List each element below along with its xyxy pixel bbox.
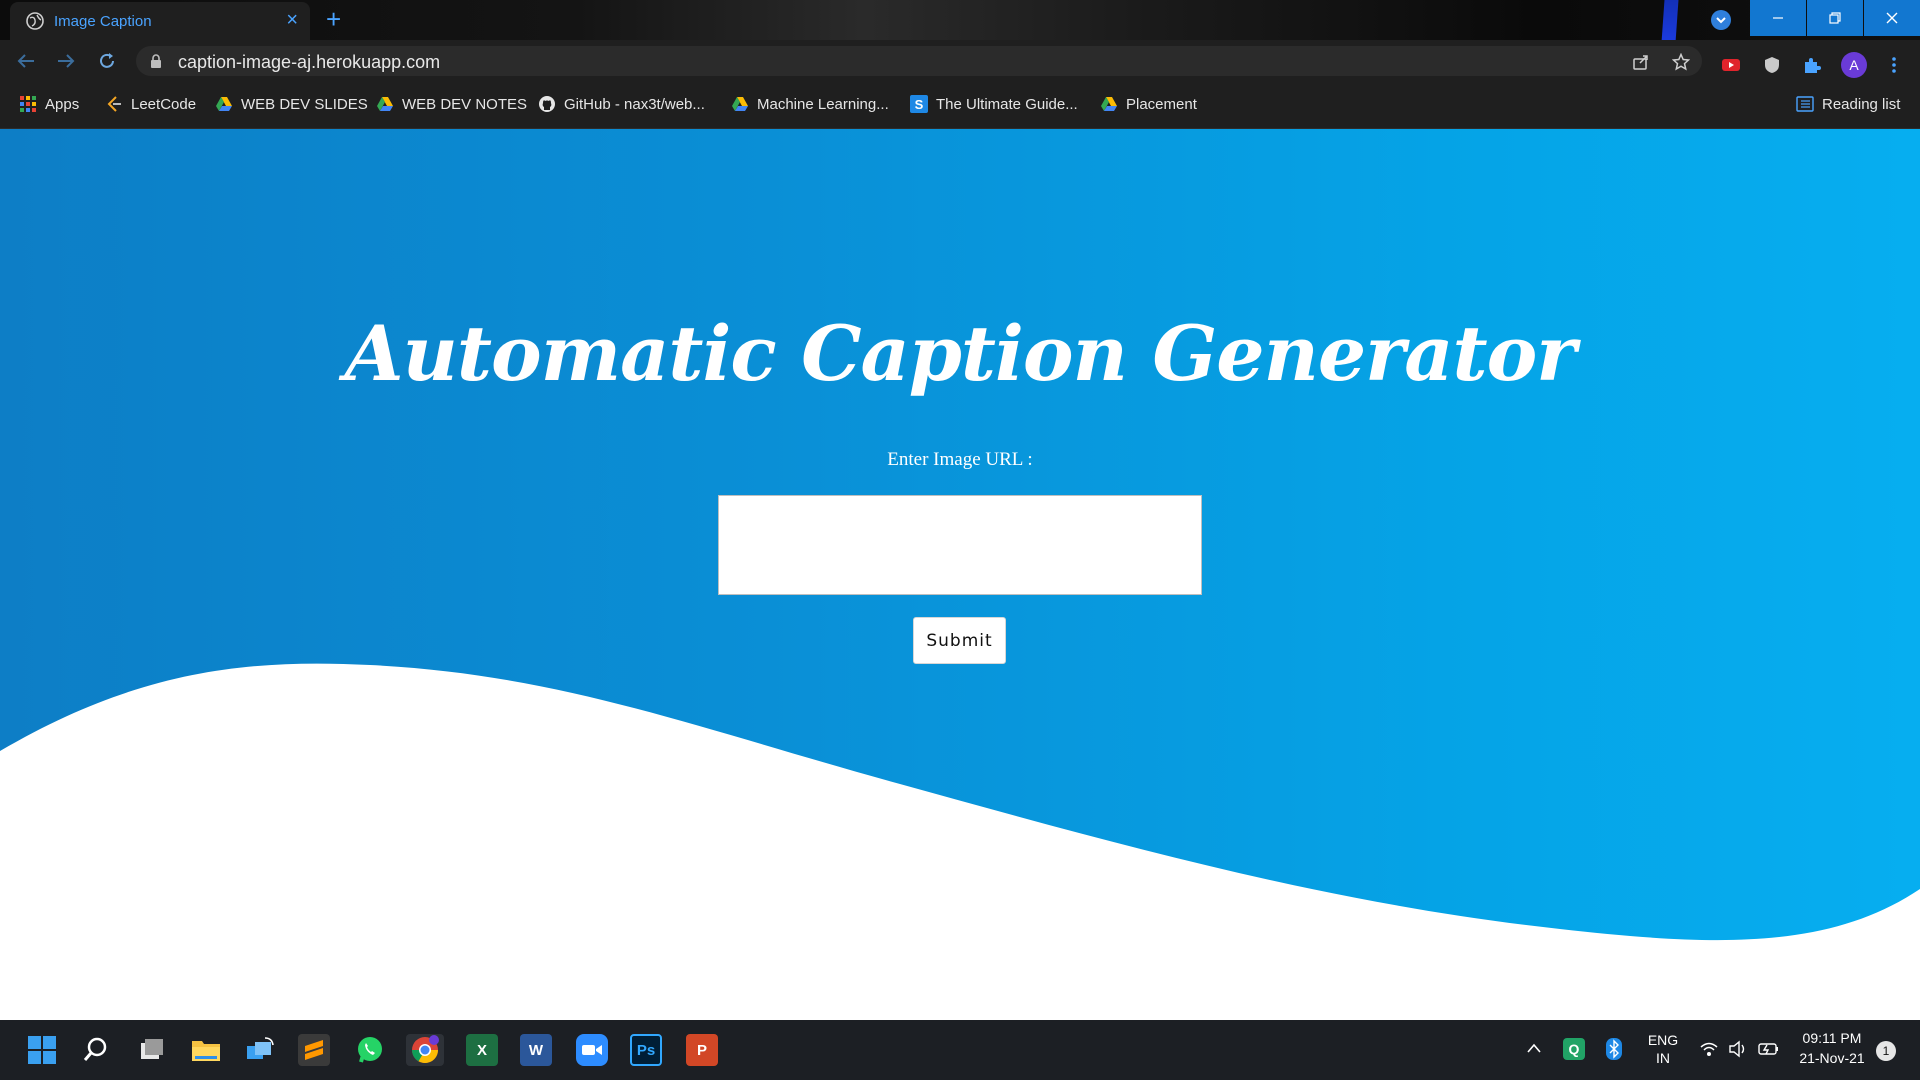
bookmark-placement[interactable]: Placement <box>1100 95 1197 113</box>
excel-icon[interactable]: X <box>466 1034 498 1066</box>
bluetooth-icon[interactable] <box>1606 1038 1622 1060</box>
chevron-up-icon[interactable] <box>1526 1042 1542 1054</box>
restore-button[interactable] <box>1807 0 1863 36</box>
extensions-puzzle-icon[interactable] <box>1802 55 1822 75</box>
leetcode-icon <box>107 96 121 112</box>
tray-q-icon[interactable]: Q <box>1563 1038 1585 1060</box>
close-window-button[interactable] <box>1864 0 1920 36</box>
chrome-icon[interactable] <box>406 1034 444 1066</box>
whatsapp-icon[interactable] <box>354 1034 386 1066</box>
image-url-label: Enter Image URL : <box>887 449 1033 470</box>
profile-avatar[interactable]: A <box>1841 52 1867 78</box>
reading-list-button[interactable]: Reading list <box>1796 95 1900 113</box>
bookmarks-bar: Apps LeetCode WEB DEV SLIDES WEB DEV NOT… <box>0 82 1920 129</box>
bookmark-label: GitHub - nax3t/web... <box>564 95 705 113</box>
bookmark-label: The Ultimate Guide... <box>936 95 1078 113</box>
search-icon[interactable] <box>80 1034 112 1066</box>
bookmark-web-dev-slides[interactable]: WEB DEV SLIDES <box>215 95 368 113</box>
submit-button[interactable]: Submit <box>913 617 1006 664</box>
region-code: IN <box>1656 1050 1670 1066</box>
reading-list-label: Reading list <box>1822 95 1901 113</box>
address-bar[interactable]: caption-image-aj.herokuapp.com <box>136 46 1702 76</box>
google-drive-icon <box>377 97 393 111</box>
close-icon <box>1886 12 1898 24</box>
lock-icon <box>151 54 161 68</box>
photoshop-icon[interactable]: Ps <box>630 1034 662 1066</box>
google-drive-icon <box>732 97 748 111</box>
language-indicator[interactable]: ENG IN <box>1640 1032 1686 1066</box>
svg-text:S: S <box>915 97 924 112</box>
reading-list-icon <box>1796 96 1814 112</box>
bookmark-machine-learning[interactable]: Machine Learning... <box>731 95 889 113</box>
clock[interactable]: 09:11 PM 21-Nov-21 <box>1792 1030 1872 1066</box>
bookmark-star-icon[interactable] <box>1672 53 1690 71</box>
zoom-icon[interactable] <box>576 1034 608 1066</box>
bookmark-web-dev-notes[interactable]: WEB DEV NOTES <box>376 95 527 113</box>
browser-titlebar: Image Caption × + <box>0 0 1920 40</box>
s-logo-icon: S <box>910 95 928 113</box>
wifi-icon[interactable] <box>1699 1040 1719 1058</box>
page-title: Automatic Caption Generator <box>344 309 1577 398</box>
github-icon <box>539 96 555 112</box>
url-text[interactable]: caption-image-aj.herokuapp.com <box>178 52 440 73</box>
tab-close-icon[interactable]: × <box>286 10 298 30</box>
bookmark-github[interactable]: GitHub - nax3t/web... <box>538 95 705 113</box>
bookmark-label: WEB DEV SLIDES <box>241 95 368 113</box>
windows-start-icon[interactable] <box>26 1034 58 1066</box>
battery-icon[interactable] <box>1758 1040 1780 1058</box>
bookmark-label: Placement <box>1126 95 1197 113</box>
bookmark-label: WEB DEV NOTES <box>402 95 528 113</box>
back-arrow-icon[interactable] <box>16 52 36 70</box>
file-explorer-icon[interactable] <box>190 1034 222 1066</box>
minimize-icon <box>1773 17 1783 19</box>
notification-badge[interactable]: 1 <box>1876 1041 1896 1061</box>
browser-toolbar: caption-image-aj.herokuapp.com <box>0 40 1920 82</box>
clock-date: 21-Nov-21 <box>1799 1050 1865 1066</box>
chevron-down-icon[interactable] <box>1711 10 1731 30</box>
clock-time: 09:11 PM <box>1802 1030 1862 1046</box>
globe-icon <box>26 12 44 30</box>
word-icon[interactable]: W <box>520 1034 552 1066</box>
bookmark-apps[interactable]: Apps <box>19 95 79 113</box>
connect-icon[interactable] <box>244 1034 276 1066</box>
google-drive-icon <box>216 97 232 111</box>
forward-arrow-icon[interactable] <box>56 52 76 70</box>
volume-icon[interactable] <box>1728 1040 1748 1058</box>
tab-image-caption[interactable]: Image Caption × <box>10 2 310 40</box>
shield-extension-icon[interactable] <box>1762 55 1782 75</box>
image-url-input[interactable] <box>718 495 1202 595</box>
windows-taskbar: X W Ps P Q ENG IN 09:11 PM 21-Nov-21 <box>0 1020 1920 1080</box>
restore-icon <box>1829 12 1841 24</box>
bookmark-label: Machine Learning... <box>757 95 889 113</box>
share-icon[interactable] <box>1632 53 1650 71</box>
language-code: ENG <box>1647 1032 1679 1048</box>
bookmark-label: LeetCode <box>131 95 197 113</box>
more-menu-icon[interactable] <box>1884 55 1904 75</box>
google-drive-icon <box>1101 97 1117 111</box>
youtube-extension-icon[interactable] <box>1721 55 1741 75</box>
task-view-icon[interactable] <box>136 1034 168 1066</box>
bookmark-ultimate-guide[interactable]: S The Ultimate Guide... <box>910 95 1078 113</box>
bookmark-leetcode[interactable]: LeetCode <box>105 95 196 113</box>
page-content: Automatic Caption Generator Enter Image … <box>0 129 1920 1020</box>
apps-grid-icon <box>20 96 36 112</box>
reload-icon[interactable] <box>97 51 117 71</box>
minimize-button[interactable] <box>1750 0 1806 36</box>
new-tab-button[interactable]: + <box>326 6 341 32</box>
tab-title: Image Caption <box>54 12 152 30</box>
bookmark-label: Apps <box>45 95 80 113</box>
sublime-text-icon[interactable] <box>298 1034 330 1066</box>
powerpoint-icon[interactable]: P <box>686 1034 718 1066</box>
